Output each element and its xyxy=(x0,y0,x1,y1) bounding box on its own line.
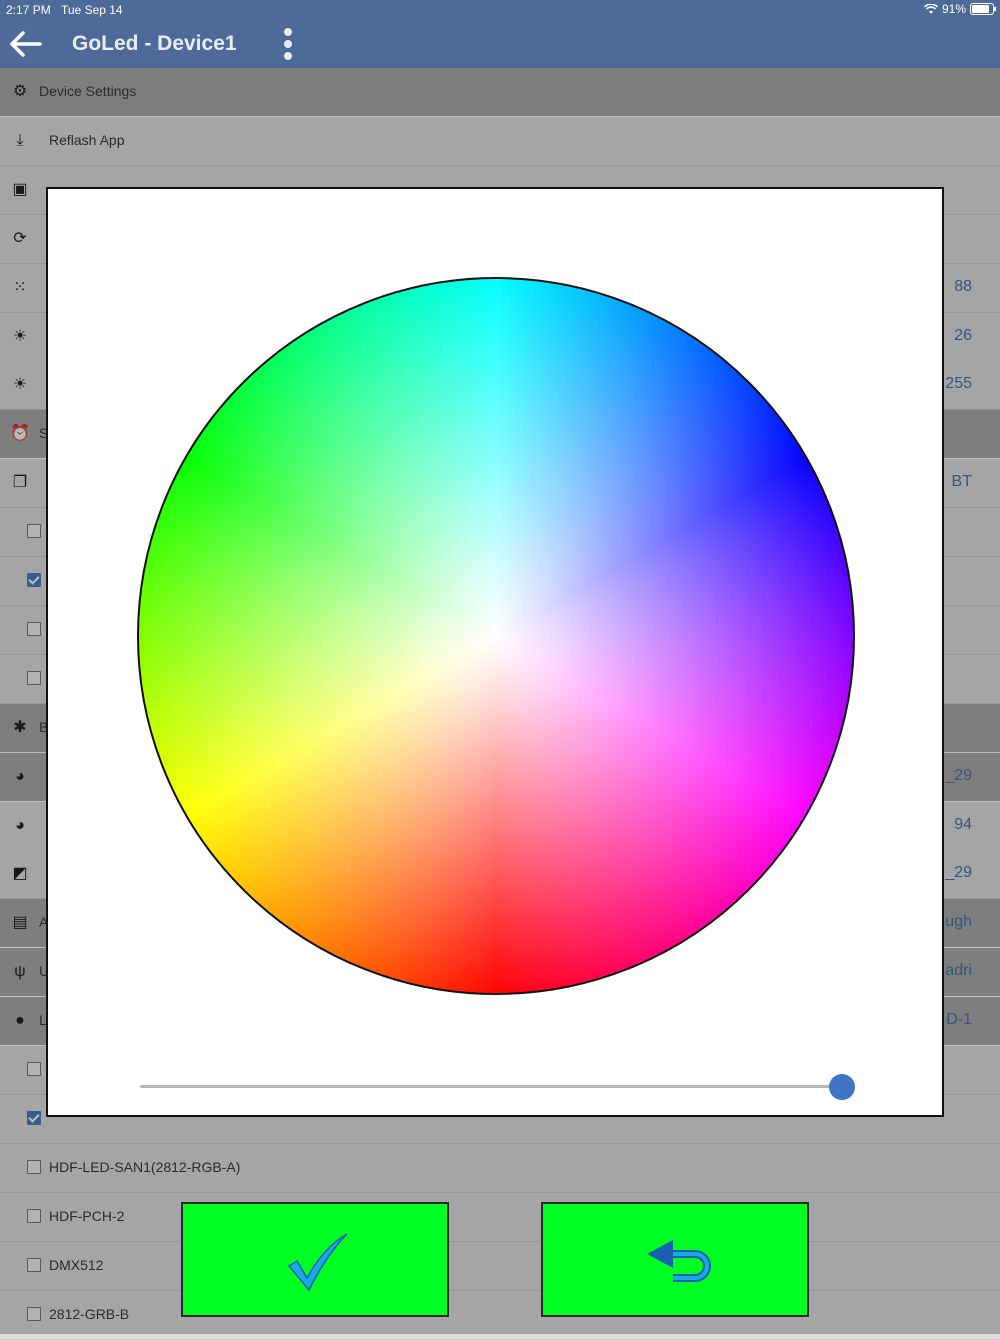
checkmark-icon xyxy=(287,1233,348,1292)
status-date: Tue Sep 14 xyxy=(61,3,123,17)
battery-percent: 91% xyxy=(941,2,966,16)
brightness-slider-track[interactable] xyxy=(140,1085,840,1088)
status-time: 2:17 PM xyxy=(6,3,51,17)
back-arrow-icon[interactable] xyxy=(8,28,44,60)
more-menu-icon[interactable] xyxy=(278,26,298,62)
app-title: GoLed - Device1 xyxy=(72,32,237,55)
battery-icon xyxy=(970,3,996,15)
color-picker-dialog xyxy=(46,187,944,1117)
app-bar: GoLed - Device1 xyxy=(0,20,1000,68)
confirm-button[interactable] xyxy=(181,1202,449,1317)
status-bar: 2:17 PM Tue Sep 14 91% xyxy=(0,0,1000,20)
wifi-icon xyxy=(923,3,938,14)
undo-icon xyxy=(647,1240,711,1282)
brightness-slider-thumb[interactable] xyxy=(829,1074,855,1100)
status-right: 91% xyxy=(923,2,996,16)
cancel-button[interactable] xyxy=(541,1202,809,1317)
color-wheel[interactable] xyxy=(137,277,855,995)
